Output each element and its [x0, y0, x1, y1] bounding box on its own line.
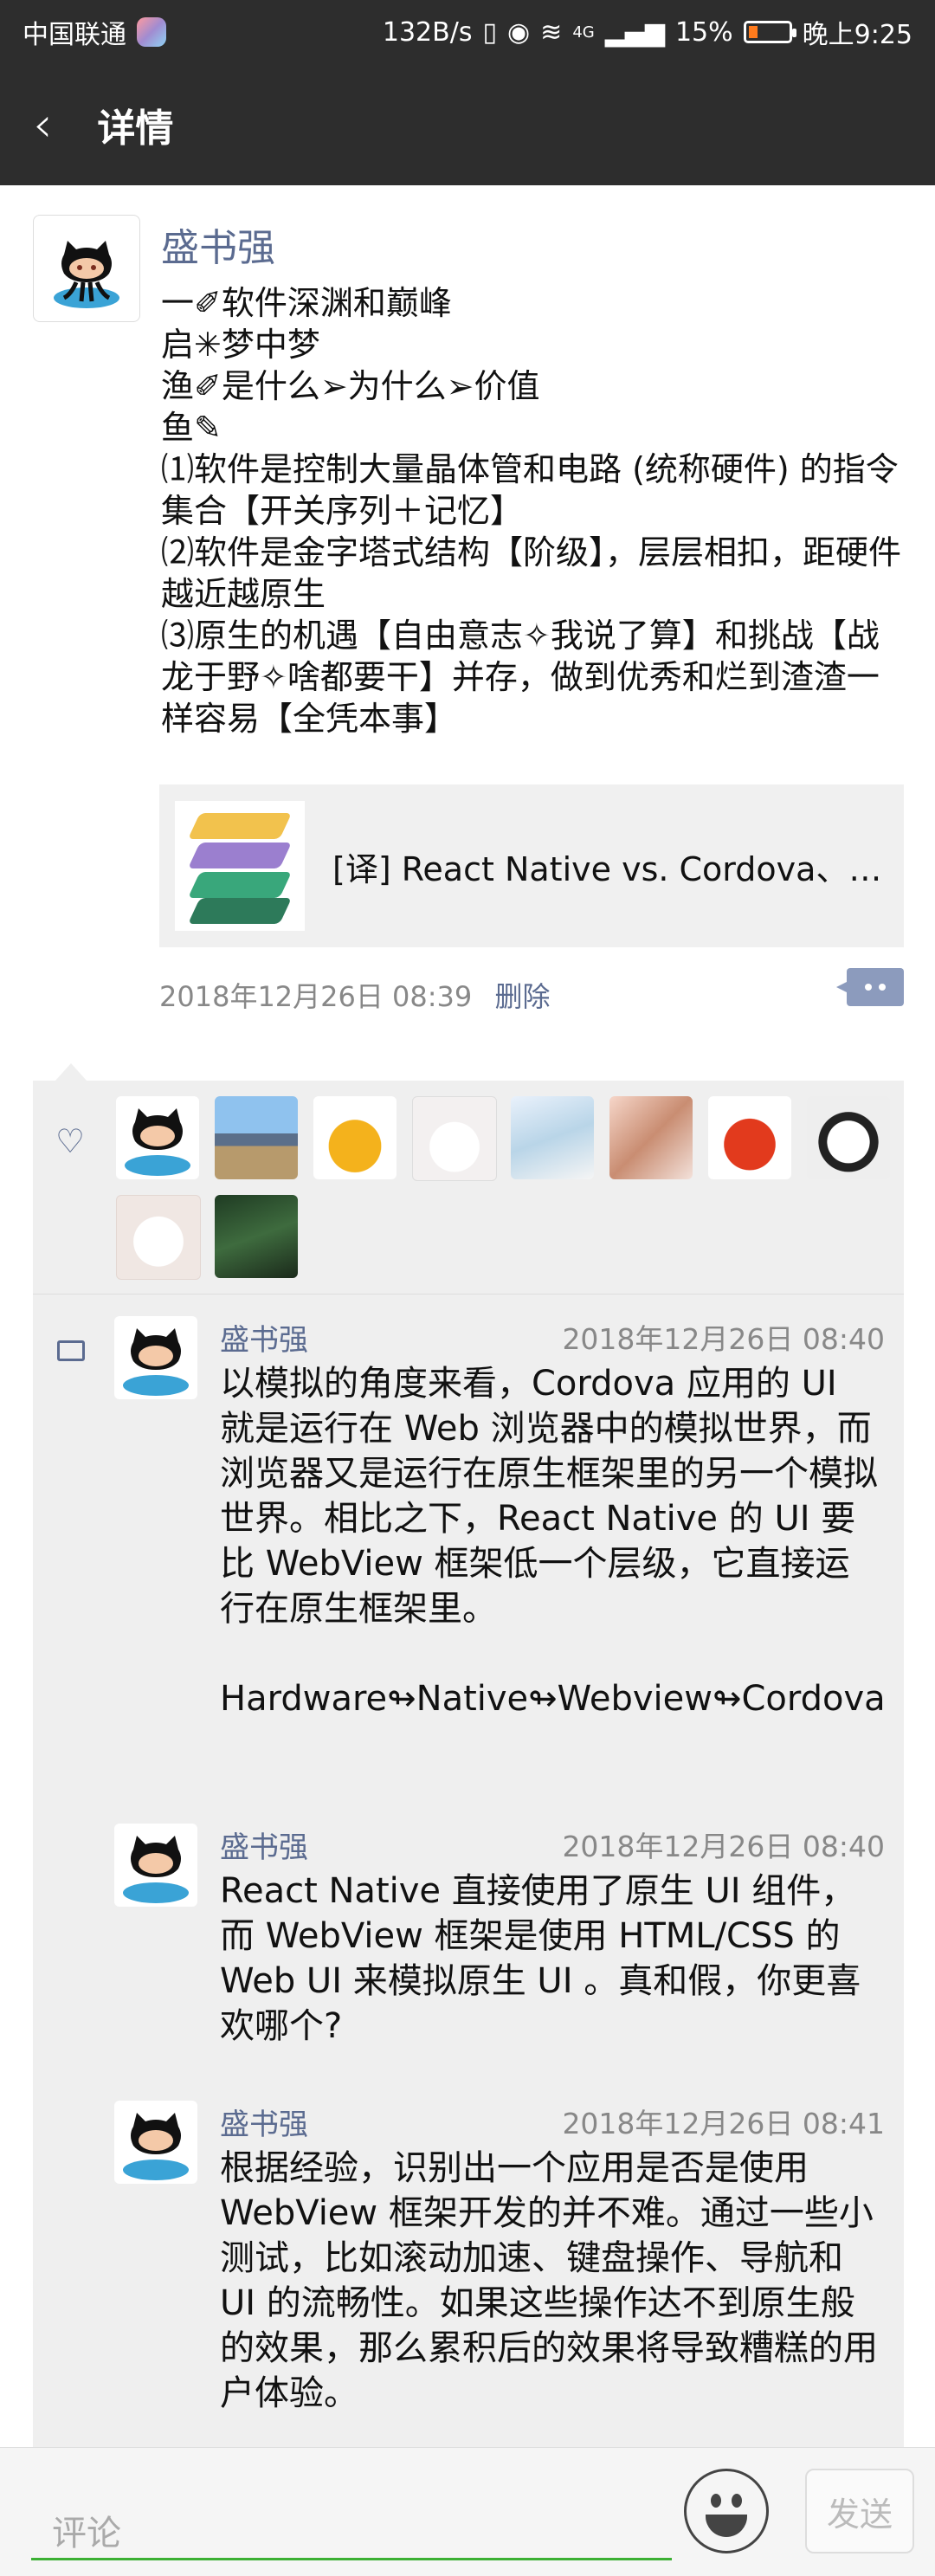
comment-text: React Native 直接使用了原生 UI 组件，而 WebView 框架是…	[220, 1871, 861, 2046]
like-avatar-10[interactable]	[215, 1195, 298, 1278]
comment-text: 以模拟的角度来看，Cordova 应用的 UI 就是运行在 Web 浏览器中的模…	[220, 1364, 886, 1719]
comment-bubble-icon	[57, 1340, 85, 1361]
author-avatar[interactable]	[33, 215, 140, 322]
like-avatar-2[interactable]	[215, 1096, 298, 1179]
emoji-icon[interactable]	[684, 2469, 769, 2553]
like-avatar-7[interactable]	[708, 1096, 791, 1179]
commenter-avatar[interactable]	[114, 1824, 197, 1907]
like-avatar-3[interactable]	[313, 1096, 397, 1179]
comment-input[interactable]: 评论	[31, 2465, 672, 2560]
like-avatar-8[interactable]	[807, 1096, 890, 1179]
heart-icon: ♡	[55, 1122, 86, 1160]
delete-link[interactable]: 删除	[494, 980, 550, 1013]
likes-section: ♡	[33, 1081, 904, 1294]
vibrate-icon: ▯	[482, 16, 497, 48]
comment-text: 根据经验，识别出一个应用是否是使用 WebView 框架开发的并不难。通过一些小…	[220, 2148, 878, 2413]
link-title: [译] React Native vs. Cordova、P...	[332, 849, 887, 888]
navbar: ‹ 详情	[0, 64, 935, 185]
like-avatar-6[interactable]	[609, 1096, 693, 1179]
commenter-name[interactable]: 盛书强	[220, 1824, 308, 1866]
link-thumbnail	[175, 801, 305, 931]
like-avatar-1[interactable]	[116, 1096, 199, 1179]
comment-time: 2018年12月26日 08:41	[562, 2107, 885, 2140]
shared-link-card[interactable]: [译] React Native vs. Cordova、P...	[159, 784, 904, 947]
comment-menu-button[interactable]	[836, 968, 904, 1006]
status-bar: 中国联通 132B/s ▯ ◉ ≋ 4G ▂▄▆ 15% 晚上9:25	[0, 0, 935, 64]
interaction-panel: ♡ 盛书强 2018年12月26日 08:40 以模拟的角度来看，Cordova…	[33, 1063, 904, 2449]
commenter-name[interactable]: 盛书强	[220, 2101, 308, 2143]
post-author-name[interactable]: 盛书强	[161, 216, 275, 272]
battery-percent: 15%	[674, 16, 733, 48]
send-button[interactable]: 发送	[805, 2469, 914, 2553]
post-date: 2018年12月26日 08:39	[159, 980, 473, 1013]
comment-input-bar: 评论 发送	[0, 2447, 935, 2576]
like-avatar-5[interactable]	[511, 1096, 594, 1179]
carrier-label: 中国联通	[23, 20, 126, 50]
comment-time: 2018年12月26日 08:40	[562, 1322, 885, 1356]
like-avatar-4[interactable]	[412, 1096, 497, 1181]
battery-icon	[743, 21, 796, 43]
commenter-avatar[interactable]	[114, 2101, 197, 2184]
commenter-name[interactable]: 盛书强	[220, 1316, 308, 1359]
like-avatar-9[interactable]	[116, 1195, 201, 1280]
signal-label: 4G	[572, 23, 595, 42]
network-speed: 132B/s	[382, 16, 473, 48]
page-title: 详情	[97, 107, 174, 151]
back-chevron-icon[interactable]: ‹	[33, 97, 52, 153]
clock: 晚上9:25	[802, 20, 912, 50]
carrier-app-icon	[137, 17, 166, 47]
commenter-avatar[interactable]	[114, 1316, 197, 1399]
wifi-icon: ≋	[540, 16, 563, 48]
comment-time: 2018年12月26日 08:40	[562, 1830, 885, 1863]
eye-icon: ◉	[506, 16, 531, 48]
signal-icon: ▂▄▆	[604, 16, 665, 48]
post-text: 一✐软件深渊和巅峰 启✳梦中梦 渔✐是什么➢为什么➢价值 鱼✎ ⑴软件是控制大量…	[161, 284, 902, 738]
post-meta: 2018年12月26日 08:39 删除	[159, 975, 550, 1015]
github-octocat-icon	[54, 241, 119, 309]
